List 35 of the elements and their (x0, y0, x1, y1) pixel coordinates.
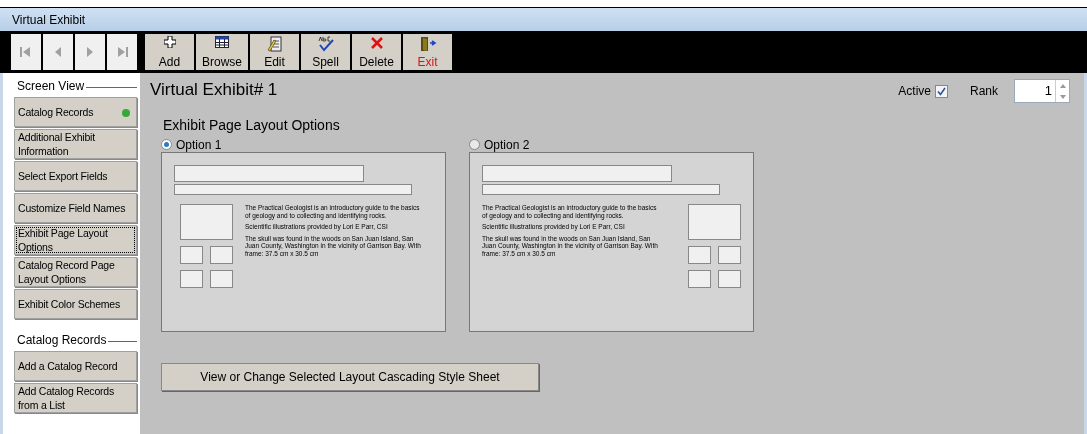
option-label: Option 1 (176, 136, 222, 154)
section-title: Exhibit Page Layout Options (163, 116, 341, 135)
rank-label: Rank (970, 83, 998, 100)
active-label: Active (898, 83, 931, 100)
spell-check-icon (316, 36, 335, 52)
sidebar-button[interactable]: Catalog Record Page Layout Options (14, 257, 137, 287)
spell-button[interactable]: Spell (301, 34, 350, 70)
active-checkbox[interactable] (935, 84, 948, 98)
grid-icon (215, 36, 229, 48)
sidebar-button[interactable]: Exhibit Page Layout Options (14, 225, 137, 255)
sidebar-button[interactable]: Select Export Fields (14, 161, 137, 191)
stylesheet-button[interactable]: View or Change Selected Layout Cascading Style Sheet (161, 363, 539, 391)
option-label: Option 2 (484, 136, 530, 154)
edit-button[interactable]: Edit (250, 34, 299, 70)
checkmark-icon (937, 86, 946, 96)
sidebar-button[interactable]: Add a Catalog Record (14, 351, 137, 381)
document-pencil-icon (266, 36, 283, 52)
section-heading: Catalog Records (17, 332, 107, 349)
door-exit-icon (418, 36, 437, 52)
rank-spinner[interactable]: 1 (1014, 79, 1070, 103)
sidebar-button[interactable]: Exhibit Color Schemes (14, 289, 137, 319)
sidebar-button[interactable]: Catalog Records (14, 97, 137, 127)
radio-button[interactable] (469, 139, 480, 150)
browse-button[interactable]: Browse (196, 34, 248, 70)
sidebar-button[interactable]: Customize Field Names (14, 193, 137, 223)
add-button[interactable]: Add (145, 34, 194, 70)
window-title: Virtual Exhibit (12, 11, 86, 29)
sidebar-button[interactable]: Additional Exhibit Information (14, 129, 137, 159)
plus-icon (163, 36, 176, 48)
radio-button[interactable] (161, 139, 172, 150)
delete-button[interactable]: Delete (352, 34, 401, 70)
record-title: Virtual Exhibit# 1 (150, 79, 278, 102)
sidebar-button[interactable]: Add Catalog Records from a List (14, 383, 137, 413)
delete-icon (369, 36, 384, 50)
section-heading: Screen View (17, 78, 85, 95)
